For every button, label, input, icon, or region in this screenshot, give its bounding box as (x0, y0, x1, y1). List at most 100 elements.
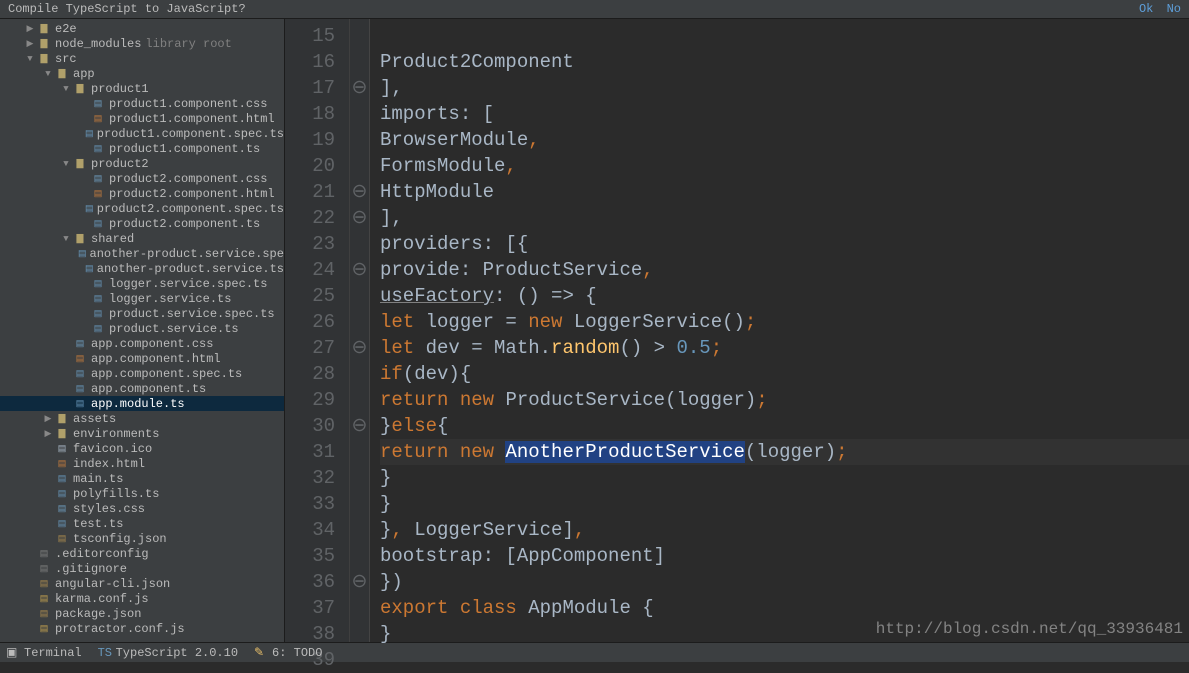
ok-link[interactable]: Ok (1139, 2, 1153, 16)
code-line[interactable]: Product2Component (380, 49, 1189, 75)
tree-node[interactable]: ▤tsconfig.json (0, 531, 284, 546)
code-token: return (380, 441, 448, 463)
file-icon: ▤ (90, 294, 106, 304)
line-number: 22 (285, 205, 335, 231)
tree-node[interactable]: ▤product2.component.spec.ts (0, 201, 284, 216)
tree-node[interactable]: ▤product1.component.spec.ts (0, 126, 284, 141)
fold-handle[interactable]: ⊖ (350, 569, 369, 595)
fold-handle (350, 23, 369, 49)
tree-node[interactable]: ▤polyfills.ts (0, 486, 284, 501)
fold-column[interactable]: ⊖⊖⊖⊖⊖⊖⊖ (350, 19, 370, 642)
fold-handle[interactable]: ⊖ (350, 205, 369, 231)
code-line[interactable]: return new ProductService(logger); (380, 387, 1189, 413)
tree-node[interactable]: ▤test.ts (0, 516, 284, 531)
line-number: 30 (285, 413, 335, 439)
tree-node[interactable]: ▤product.service.spec.ts (0, 306, 284, 321)
tree-node[interactable]: ▤karma.conf.js (0, 591, 284, 606)
expand-arrow-icon[interactable]: ▶ (24, 24, 36, 34)
file-icon: ▤ (72, 384, 88, 394)
fold-handle[interactable]: ⊖ (350, 257, 369, 283)
tree-node[interactable]: ▼▇product2 (0, 156, 284, 171)
tree-node[interactable]: ▤another-product.service.ts (0, 261, 284, 276)
tree-node[interactable]: ▤logger.service.spec.ts (0, 276, 284, 291)
tree-node[interactable]: ▤product1.component.html (0, 111, 284, 126)
tree-node[interactable]: ▤favicon.ico (0, 441, 284, 456)
tree-node[interactable]: ▤product.service.ts (0, 321, 284, 336)
code-line[interactable]: HttpModule (380, 179, 1189, 205)
expand-arrow-icon[interactable]: ▶ (24, 39, 36, 49)
code-line[interactable]: providers: [{ (380, 231, 1189, 257)
tree-node[interactable]: ▤another-product.service.spec.ts (0, 246, 284, 261)
tree-node[interactable]: ▼▇app (0, 66, 284, 81)
tree-node[interactable]: ▤product1.component.ts (0, 141, 284, 156)
code-line[interactable]: if(dev){ (380, 361, 1189, 387)
code-editor[interactable]: 1516171819202122232425262728293031323334… (285, 19, 1189, 642)
tree-node[interactable]: ▤angular-cli.json (0, 576, 284, 591)
code-line[interactable]: imports: [ (380, 101, 1189, 127)
tree-node[interactable]: ▤app.component.html (0, 351, 284, 366)
code-line[interactable]: FormsModule, (380, 153, 1189, 179)
tree-node[interactable]: ▼▇product1 (0, 81, 284, 96)
tree-node[interactable]: ▶▇e2e (0, 21, 284, 36)
tree-label: main.ts (73, 472, 123, 486)
tree-node[interactable]: ▶▇environments (0, 426, 284, 441)
tree-node[interactable]: ▤logger.service.ts (0, 291, 284, 306)
expand-arrow-icon[interactable]: ▶ (42, 414, 54, 424)
code-line[interactable] (380, 647, 1189, 673)
tree-node[interactable]: ▤protractor.conf.js (0, 621, 284, 636)
tree-node[interactable]: ▼▇src (0, 51, 284, 66)
expand-arrow-icon[interactable]: ▼ (60, 84, 72, 94)
code-token: random (551, 337, 619, 359)
code-area[interactable]: Product2Component ], imports: [ BrowserM… (370, 19, 1189, 642)
fold-handle[interactable]: ⊖ (350, 75, 369, 101)
tree-node[interactable]: ▶▇assets (0, 411, 284, 426)
tree-node[interactable]: ▼▇shared (0, 231, 284, 246)
code-line[interactable]: } (380, 465, 1189, 491)
code-line[interactable]: }, LoggerService], (380, 517, 1189, 543)
tree-node[interactable]: ▤.editorconfig (0, 546, 284, 561)
tree-node[interactable]: ▤app.component.spec.ts (0, 366, 284, 381)
tree-node[interactable]: ▶▇node_moduleslibrary root (0, 36, 284, 51)
tree-node[interactable]: ▤product2.component.css (0, 171, 284, 186)
tree-node[interactable]: ▤product2.component.ts (0, 216, 284, 231)
expand-arrow-icon[interactable]: ▼ (24, 54, 36, 64)
code-line[interactable]: BrowserModule, (380, 127, 1189, 153)
code-line[interactable]: let logger = new LoggerService(); (380, 309, 1189, 335)
file-icon: ▤ (36, 609, 52, 619)
tree-node[interactable]: ▤.gitignore (0, 561, 284, 576)
tree-node[interactable]: ▤app.component.ts (0, 381, 284, 396)
expand-arrow-icon[interactable]: ▼ (60, 159, 72, 169)
terminal-tab[interactable]: ▣ Terminal (6, 645, 82, 660)
tree-node[interactable]: ▤index.html (0, 456, 284, 471)
code-line[interactable] (380, 23, 1189, 49)
code-line[interactable]: provide: ProductService, (380, 257, 1189, 283)
fold-handle[interactable]: ⊖ (350, 413, 369, 439)
typescript-tab[interactable]: TS TypeScript 2.0.10 (98, 646, 238, 660)
file-icon: ▤ (78, 249, 87, 259)
code-line[interactable]: }) (380, 569, 1189, 595)
code-line[interactable]: let dev = Math.random() > 0.5; (380, 335, 1189, 361)
code-line[interactable]: return new AnotherProductService(logger)… (380, 439, 1189, 465)
tree-node[interactable]: ▤app.module.ts (0, 396, 284, 411)
expand-arrow-icon[interactable]: ▼ (42, 69, 54, 79)
tree-node[interactable]: ▤main.ts (0, 471, 284, 486)
no-link[interactable]: No (1167, 2, 1181, 16)
code-line[interactable]: ], (380, 75, 1189, 101)
code-line[interactable]: useFactory: () => { (380, 283, 1189, 309)
expand-arrow-icon[interactable]: ▼ (60, 234, 72, 244)
tree-node[interactable]: ▤styles.css (0, 501, 284, 516)
expand-arrow-icon[interactable]: ▶ (42, 429, 54, 439)
tree-node[interactable]: ▤product2.component.html (0, 186, 284, 201)
tree-node[interactable]: ▤product1.component.css (0, 96, 284, 111)
fold-handle[interactable]: ⊖ (350, 335, 369, 361)
file-icon: ▤ (36, 579, 52, 589)
code-line[interactable]: ], (380, 205, 1189, 231)
code-line[interactable]: bootstrap: [AppComponent] (380, 543, 1189, 569)
code-line[interactable]: }else{ (380, 413, 1189, 439)
code-line[interactable]: } (380, 491, 1189, 517)
todo-tab[interactable]: ✎ 6: TODO (254, 645, 322, 660)
code-line[interactable]: export class AppModule { (380, 595, 1189, 621)
tree-node[interactable]: ▤package.json (0, 606, 284, 621)
fold-handle[interactable]: ⊖ (350, 179, 369, 205)
tree-node[interactable]: ▤app.component.css (0, 336, 284, 351)
